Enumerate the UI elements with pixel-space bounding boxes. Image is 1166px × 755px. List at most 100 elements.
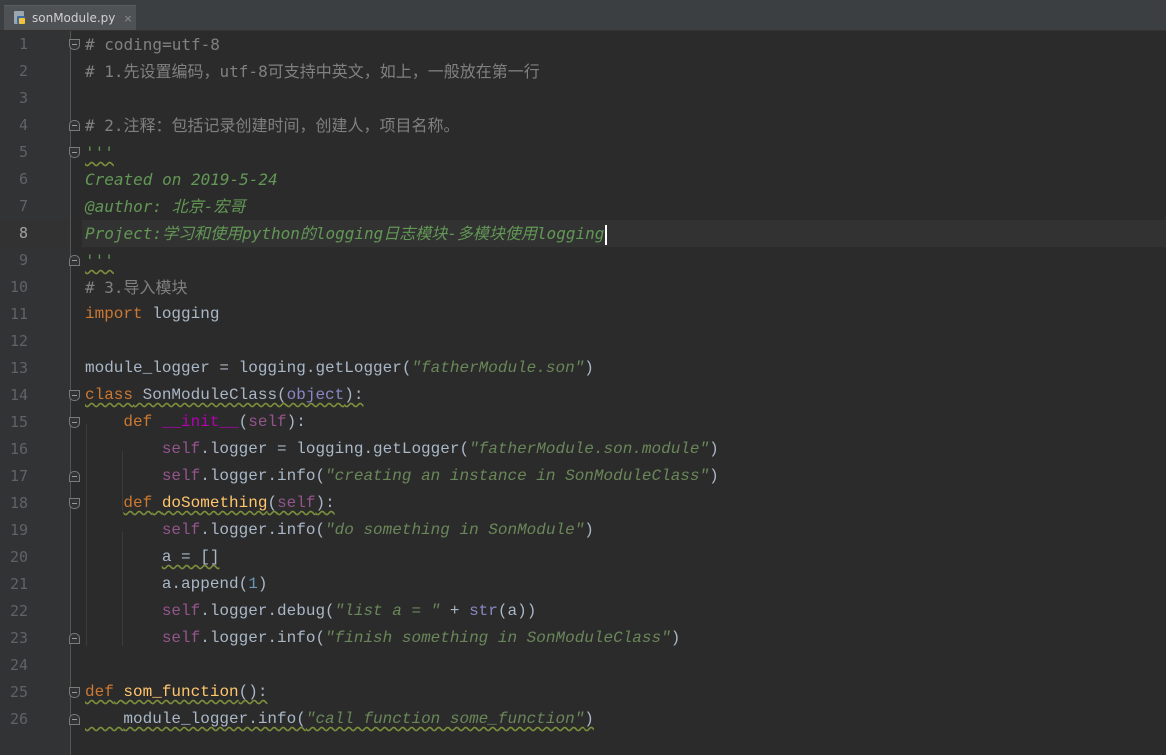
punctuation: ) [257,575,268,593]
string-literal: "list a = " [334,602,441,620]
code-line-13[interactable]: 13 module_logger = logging.getLogger("fa… [0,355,1166,382]
code-text: self.logger.debug("list a = " + str(a)) [85,598,536,625]
close-icon[interactable]: × [123,12,132,25]
function-name: doSomething [161,494,268,512]
code-line-7[interactable]: 7 @author: 北京-宏哥 [0,193,1166,220]
line-number: 7 [18,197,28,215]
fold-marker-icon[interactable] [69,471,80,482]
fold-marker-icon[interactable] [69,417,80,428]
keyword: class [85,386,134,404]
identifier: module_logger = logging.getLogger( [85,359,412,377]
code-text: Project:学习和使用python的logging日志模块-多模块使用log… [85,220,608,247]
self-ref: self [161,629,201,647]
line-number: 13 [9,359,28,377]
code-text: def doSomething(self): [85,490,335,517]
code-line-15[interactable]: 15 def __init__(self): [0,409,1166,436]
fold-marker-icon[interactable] [69,687,80,698]
code-line-21[interactable]: 21 a.append(1) [0,571,1166,598]
code-line-5[interactable]: 5 ''' [0,139,1166,166]
code-text: module_logger.info("call function some_f… [85,706,594,733]
code-line-23[interactable]: 23 self.logger.info("finish something in… [0,625,1166,652]
docstring-text: Project:学习和使用python的logging日志模块-多模块使用log… [85,224,605,243]
fold-marker-icon[interactable] [69,120,80,131]
code-line-22[interactable]: 22 self.logger.debug("list a = " + str(a… [0,598,1166,625]
identifier: .logger.info( [200,629,326,647]
punctuation: ) [584,359,594,377]
line-number: 17 [9,467,28,485]
fold-marker-icon[interactable] [69,390,80,401]
line-number: 11 [9,305,28,323]
self-ref: self [161,602,201,620]
code-text: self.logger.info("do something in SonMod… [85,517,594,544]
keyword: def [85,683,114,701]
code-line-11[interactable]: 11 import logging [0,301,1166,328]
code-text: module_logger = logging.getLogger("fathe… [85,355,594,382]
line-number: 6 [18,170,28,188]
code-line-26[interactable]: 26 module_logger.info("call function som… [0,706,1166,733]
fold-marker-icon[interactable] [69,147,80,158]
fold-marker-icon[interactable] [69,39,80,50]
identifier: .logger.info( [200,467,326,485]
fold-marker-icon[interactable] [69,633,80,644]
code-text: a.append(1) [85,571,268,598]
code-text: # coding=utf-8 [85,35,220,54]
identifier: logging [142,305,220,323]
code-editor[interactable]: 1 # coding=utf-8 2 # 1.先设置编码，utf-8可支持中英文… [0,31,1166,755]
code-line-10[interactable]: 10 # 3.导入模块 [0,274,1166,301]
fold-marker-icon[interactable] [69,498,80,509]
fold-marker-icon[interactable] [69,255,80,266]
code-text: self.logger.info("creating an instance i… [85,463,719,490]
code-line-6[interactable]: 6 Created on 2019-5-24 [0,166,1166,193]
code-line-2[interactable]: 2 # 1.先设置编码，utf-8可支持中英文，如上，一般放在第一行 [0,58,1166,85]
identifier: module_logger.info( [123,710,306,728]
fold-marker-icon[interactable] [69,714,80,725]
punctuation: ) [709,467,719,485]
method-def: def doSomething(self): [123,494,335,512]
code-line-9[interactable]: 9 ''' [0,247,1166,274]
number-literal: 1 [248,575,258,593]
code-line-12[interactable]: 12 [0,328,1166,355]
line-number: 2 [18,62,28,80]
code-line-20[interactable]: 20 a = [] [0,544,1166,571]
string-literal: "fatherModule.son" [411,359,585,377]
line-number: 10 [9,278,28,296]
code-line-1[interactable]: 1 # coding=utf-8 [0,31,1166,58]
code-line-25[interactable]: 25 def som_function(): [0,679,1166,706]
code-line-19[interactable]: 19 self.logger.info("do something in Son… [0,517,1166,544]
code-line-3[interactable]: 3 [0,85,1166,112]
punctuation: ) [584,521,594,539]
builtin: object [286,386,345,404]
code-line-24[interactable]: 24 [0,652,1166,679]
code-line-8[interactable]: 8 Project:学习和使用python的logging日志模块-多模块使用l… [0,220,1166,247]
code-text: ''' [85,143,114,162]
line-number: 5 [18,143,28,161]
line-number: 21 [9,575,28,593]
line-number: 8 [18,224,28,242]
tab-file-name: sonModule.py [32,11,116,25]
code-line-18[interactable]: 18 def doSomething(self): [0,490,1166,517]
code-line-17[interactable]: 17 self.logger.info("creating an instanc… [0,463,1166,490]
punctuation: ) [670,629,681,647]
self-ref: self [161,440,201,458]
string-literal: "finish something in SonModuleClass" [325,629,671,647]
identifier: .logger = logging.getLogger( [200,440,470,458]
class-name: SonModuleClass( [133,386,287,404]
code-line-16[interactable]: 16 self.logger = logging.getLogger("fath… [0,436,1166,463]
tab-sonmodule[interactable]: sonModule.py × [4,5,136,30]
line-number: 19 [9,521,28,539]
code-line-14[interactable]: 14 class SonModuleClass(object): [0,382,1166,409]
line-number: 24 [9,656,28,674]
punctuation: ): [344,386,364,404]
code-text: def __init__(self): [123,413,306,431]
line-number: 25 [9,683,28,701]
editor-tab-bar: sonModule.py × [0,0,1166,31]
line-number: 18 [9,494,28,512]
line-number: 23 [9,629,28,647]
line-number: 1 [18,35,28,53]
code-line-4[interactable]: 4 # 2.注释：包括记录创建时间，创建人，项目名称。 [0,112,1166,139]
code-text: class SonModuleClass(object): [85,382,363,409]
code-text: self.logger.info("finish something in So… [85,625,681,652]
string-literal: "do something in SonModule" [325,521,585,539]
line-number: 16 [9,440,28,458]
operator: + [440,602,470,620]
